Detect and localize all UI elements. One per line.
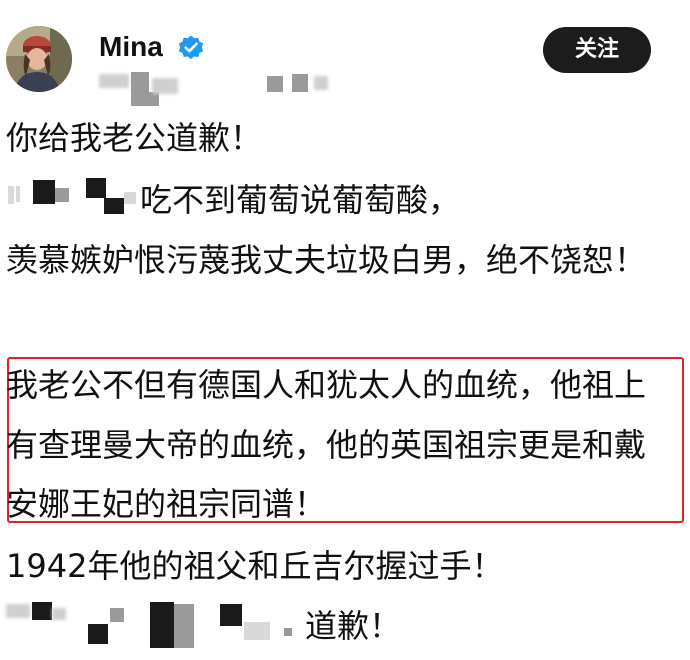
user-name[interactable]: Mina — [99, 30, 163, 64]
post-text-line: 我老公不但有德国人和犹太人的血统，他祖上 — [6, 366, 647, 404]
post-text-line: 安娜王妃的祖宗同谱！ — [6, 485, 327, 523]
follow-button[interactable]: 关注 — [543, 27, 651, 73]
post-text-line: 有查理曼大帝的血统，他的英国祖宗更是和戴 — [6, 426, 647, 464]
post-text-line: 道歉！ — [305, 607, 402, 645]
post-text-line: 你给我老公道歉！ — [6, 119, 263, 157]
avatar-photo — [6, 26, 72, 92]
post-text-line: 吃不到葡萄说葡萄酸， — [140, 181, 461, 219]
post-text-line: 1942年他的祖父和丘吉尔握过手！ — [6, 547, 504, 585]
post-text-line: 羡慕嫉妒恨污蔑我丈夫垃圾白男，绝不饶恕！ — [6, 241, 647, 279]
avatar[interactable] — [6, 26, 72, 92]
verified-badge-icon — [177, 34, 205, 62]
